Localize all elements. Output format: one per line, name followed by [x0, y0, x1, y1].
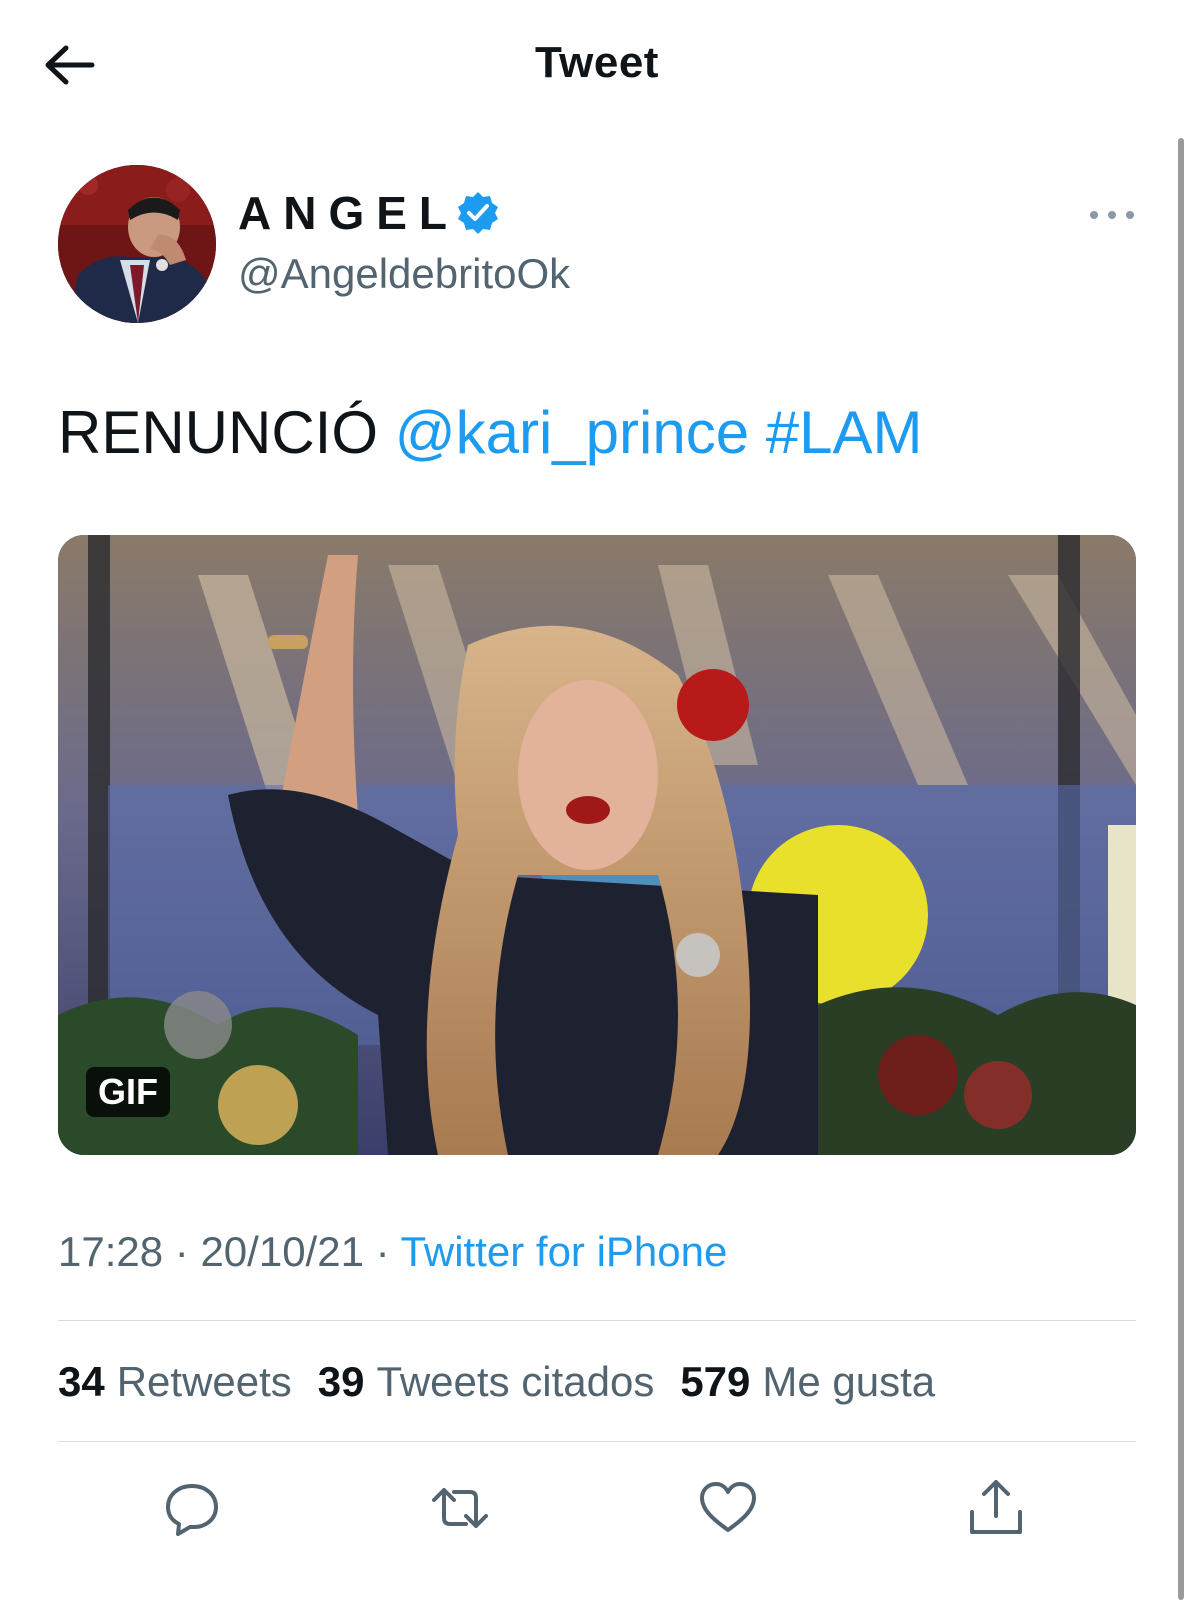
- tweet-date: 20/10/21: [200, 1228, 364, 1275]
- author-name[interactable]: ANGEL: [238, 186, 501, 240]
- tweet-text: RENUNCIÓ @kari_prince #LAM: [58, 398, 922, 467]
- page-title: Tweet: [535, 38, 659, 87]
- gif-media[interactable]: GIF: [58, 535, 1136, 1155]
- tweet-meta: 17:28 · 20/10/21 · Twitter for iPhone: [58, 1228, 727, 1276]
- likes-stat[interactable]: 579 Me gusta: [680, 1358, 935, 1406]
- divider: [58, 1320, 1136, 1321]
- tweet-text-body: RENUNCIÓ: [58, 399, 379, 466]
- share-button[interactable]: [964, 1476, 1028, 1540]
- reply-icon: [166, 1484, 218, 1536]
- tweet-stats: 34 Retweets 39 Tweets citados 579 Me gusta: [58, 1358, 935, 1406]
- gif-badge: GIF: [86, 1067, 170, 1117]
- tweet-time: 17:28: [58, 1228, 164, 1275]
- gif-image: [58, 535, 1136, 1155]
- reply-button[interactable]: [160, 1476, 224, 1540]
- likes-count: 579: [680, 1358, 751, 1405]
- avatar[interactable]: [58, 165, 216, 323]
- likes-label: Me gusta: [762, 1358, 936, 1405]
- tweet-source-link[interactable]: Twitter for iPhone: [401, 1228, 728, 1275]
- meta-separator: ·: [375, 1228, 390, 1275]
- like-button[interactable]: [696, 1476, 760, 1540]
- hashtag-link[interactable]: #LAM: [766, 399, 923, 466]
- quote-tweets-count: 39: [317, 1358, 365, 1405]
- more-options-button[interactable]: [1088, 205, 1136, 225]
- share-icon: [970, 1480, 1022, 1534]
- retweets-label: Retweets: [116, 1358, 292, 1405]
- meta-separator: ·: [174, 1228, 189, 1275]
- quote-tweets-stat[interactable]: 39 Tweets citados: [318, 1358, 655, 1406]
- retweets-stat[interactable]: 34 Retweets: [58, 1358, 292, 1406]
- quote-tweets-label: Tweets citados: [376, 1358, 655, 1405]
- scrollbar[interactable]: [1178, 138, 1184, 1600]
- retweet-button[interactable]: [428, 1476, 492, 1540]
- display-name-text: ANGEL: [238, 187, 459, 239]
- retweets-count: 34: [58, 1358, 105, 1405]
- divider: [58, 1441, 1136, 1442]
- top-bar: Tweet: [0, 0, 1194, 135]
- mention-link[interactable]: @kari_prince: [395, 399, 749, 466]
- more-horizontal-icon: [1090, 211, 1134, 219]
- retweet-icon: [432, 1488, 488, 1528]
- verified-badge-icon: [458, 192, 498, 234]
- author-handle[interactable]: @AngeldebritoOk: [238, 250, 570, 298]
- heart-icon: [700, 1482, 756, 1532]
- avatar-image: [58, 165, 216, 323]
